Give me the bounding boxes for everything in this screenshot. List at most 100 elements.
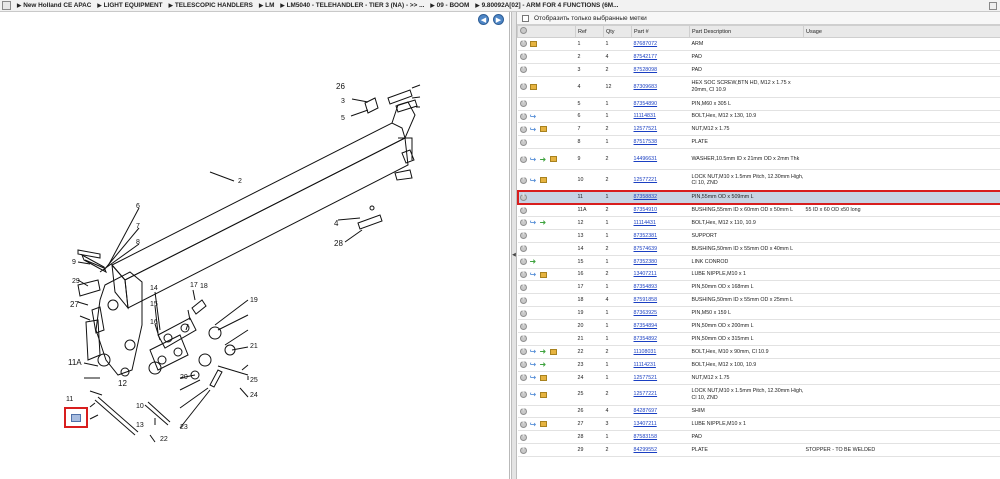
add-to-cart-icon[interactable]: [519, 407, 527, 416]
add-to-cart-icon[interactable]: [519, 360, 527, 369]
header-part-number[interactable]: Part #: [631, 25, 690, 38]
supersession-icon[interactable]: ↪: [530, 348, 537, 356]
supersession-icon[interactable]: ↪: [530, 125, 537, 133]
table-row[interactable]: 18487591858 BUSHING,50mm ID x 55mm OD x 2…: [517, 293, 1000, 308]
row-part-number[interactable]: 87354910: [631, 203, 690, 218]
selected-callout-marker[interactable]: [64, 407, 88, 428]
row-part-number[interactable]: 11108031: [631, 345, 690, 359]
part-number-link[interactable]: 87354910: [634, 207, 658, 213]
row-part-number[interactable]: 87352380: [631, 255, 690, 269]
previous-page-button[interactable]: ◀: [478, 14, 489, 25]
replacement-arrow-icon[interactable]: ➜: [530, 258, 537, 266]
part-number-link[interactable]: 12577521: [634, 375, 658, 381]
table-row[interactable]: ↪➜9214496631WASHER,10.5mm ID x 21mm OD x…: [517, 148, 1000, 171]
kit-box-icon[interactable]: [539, 177, 547, 184]
table-row[interactable]: 13187352381 SUPPORT: [517, 229, 1000, 243]
part-number-link[interactable]: 11114431: [634, 220, 656, 226]
table-row[interactable]: 11A287354910 BUSHING,55mm ID x 60mm OD x …: [517, 203, 1000, 218]
table-row[interactable]: 26484287697 SHIM: [517, 405, 1000, 419]
part-number-link[interactable]: 87583158: [634, 434, 658, 440]
part-number-link[interactable]: 11114231: [634, 362, 656, 368]
row-part-number[interactable]: 87583158: [631, 430, 690, 445]
breadcrumb-item[interactable]: ▶ LM: [259, 2, 274, 9]
part-number-link[interactable]: 84299552: [634, 447, 658, 453]
splitter-grip-icon[interactable]: ◀: [512, 252, 516, 262]
header-part-description[interactable]: Part Description: [689, 25, 804, 38]
row-part-number[interactable]: 13407211: [631, 417, 690, 432]
table-row[interactable]: ↪➜22211108031BOLT,Hex, M10 x 90mm, Cl 10…: [517, 345, 1000, 359]
part-number-link[interactable]: 87687072: [634, 41, 658, 47]
part-number-link[interactable]: 13407211: [634, 421, 657, 427]
table-row[interactable]: 8187517538 PLATE: [517, 135, 1000, 150]
supersession-icon[interactable]: ↪: [530, 391, 537, 399]
add-to-cart-icon[interactable]: [519, 99, 527, 108]
supersession-icon[interactable]: ↪: [530, 176, 537, 184]
part-number-link[interactable]: 87591858: [634, 297, 658, 303]
replacement-arrow-icon[interactable]: ➜: [540, 155, 547, 163]
table-row[interactable]: ↪ 25212577221 LOCK NUT,M10 x 1.5mm Pitch, …: [517, 384, 1000, 406]
table-row[interactable]: 1187687072ARM: [517, 37, 1000, 51]
header-actions[interactable]: [517, 25, 576, 38]
part-number-link[interactable]: 87352380: [634, 259, 658, 265]
part-number-link[interactable]: 12577221: [634, 177, 658, 183]
row-part-number[interactable]: 87354893: [631, 280, 690, 295]
table-row[interactable]: 5187354890 PIN,M60 x 305 L: [517, 97, 1000, 111]
add-to-cart-icon[interactable]: [519, 283, 527, 291]
table-row[interactable]: ↪➜23111114231BOLT,Hex, M12 x 100, 10.9: [517, 358, 1000, 372]
row-part-number[interactable]: 87517538: [631, 135, 690, 150]
table-row[interactable]: ↪ 10212577221 LOCK NUT,M10 x 1.5mm Pitch, …: [517, 169, 1000, 192]
row-part-number[interactable]: 12577221: [631, 169, 690, 192]
add-to-cart-icon[interactable]: [519, 82, 527, 91]
part-number-link[interactable]: 12577521: [634, 126, 658, 132]
replacement-arrow-icon[interactable]: ➜: [540, 348, 547, 356]
add-to-cart-icon[interactable]: [519, 257, 527, 266]
row-part-number[interactable]: 87354892: [631, 332, 690, 346]
add-to-cart-icon[interactable]: [519, 65, 527, 74]
kit-box-icon[interactable]: [539, 391, 547, 398]
breadcrumb-item[interactable]: ▶ LIGHT EQUIPMENT: [97, 2, 162, 9]
add-to-cart-icon[interactable]: [519, 193, 527, 201]
breadcrumb-item[interactable]: ▶ New Holland CE APAC: [17, 2, 91, 9]
add-to-cart-icon[interactable]: [519, 155, 527, 163]
breadcrumb-item[interactable]: ▶ 9.80092A[02] - ARM FOR 4 FUNCTIONS (6M.…: [475, 2, 618, 9]
add-to-cart-icon[interactable]: [519, 334, 527, 343]
table-row[interactable]: 11187358832PIN,55mm OD x 509mm L: [516, 189, 1000, 205]
part-number-link[interactable]: 14496631: [634, 156, 658, 162]
add-to-cart-icon[interactable]: [519, 296, 527, 304]
breadcrumb-item[interactable]: ▶ LM5040 - TELEHANDLER - TIER 3 (NA) - >>…: [280, 2, 424, 9]
part-number-link[interactable]: 87574639: [634, 246, 658, 252]
table-row[interactable]: ↪ 16213407211 LUBE NIPPLE,M10 x 1: [517, 268, 1000, 282]
add-to-cart-icon[interactable]: [519, 218, 527, 227]
add-to-cart-icon[interactable]: [519, 309, 527, 317]
table-row[interactable]: ↪ 24112577521 NUT,M12 x 1.75: [517, 371, 1000, 385]
row-part-number[interactable]: 87687072: [631, 37, 690, 51]
kit-box-icon[interactable]: [539, 374, 547, 381]
replacement-arrow-icon[interactable]: ➜: [540, 219, 547, 227]
row-part-number[interactable]: 87542177: [631, 50, 690, 64]
table-row[interactable]: 19187363925 PIN,M50 x 159 L: [517, 306, 1000, 321]
row-part-number[interactable]: 87574639: [631, 242, 690, 256]
row-part-number[interactable]: 87358832: [631, 190, 690, 205]
row-part-number[interactable]: 11114431: [631, 216, 690, 230]
window-icon[interactable]: [989, 2, 997, 10]
part-number-link[interactable]: 87358832: [634, 194, 658, 200]
add-to-cart-icon[interactable]: [519, 446, 527, 454]
kit-box-icon[interactable]: [529, 40, 537, 47]
row-part-number[interactable]: 13407211: [631, 268, 690, 282]
part-number-link[interactable]: 87528098: [634, 67, 658, 73]
part-number-link[interactable]: 87354890: [634, 101, 658, 107]
part-number-link[interactable]: 11114831: [634, 113, 656, 119]
table-row[interactable]: 2487542177 PAD: [517, 50, 1000, 64]
row-part-number[interactable]: 11114231: [631, 358, 690, 372]
kit-box-icon[interactable]: [539, 421, 547, 428]
add-to-cart-icon[interactable]: [519, 125, 527, 133]
header-qty[interactable]: Qty: [603, 25, 632, 38]
add-to-cart-icon[interactable]: [519, 420, 527, 428]
row-part-number[interactable]: 87354894: [631, 319, 690, 334]
table-row[interactable]: ↪➜12111114431BOLT,Hex, M12 x 110, 10.9: [517, 216, 1000, 230]
supersession-icon[interactable]: ↪: [530, 113, 537, 121]
row-part-number[interactable]: 84287697: [631, 405, 690, 419]
header-ref[interactable]: Ref: [575, 25, 604, 38]
table-row[interactable]: 17187354893 PIN,50mm OD x 168mm L: [517, 280, 1000, 295]
menu-icon[interactable]: [2, 1, 11, 10]
